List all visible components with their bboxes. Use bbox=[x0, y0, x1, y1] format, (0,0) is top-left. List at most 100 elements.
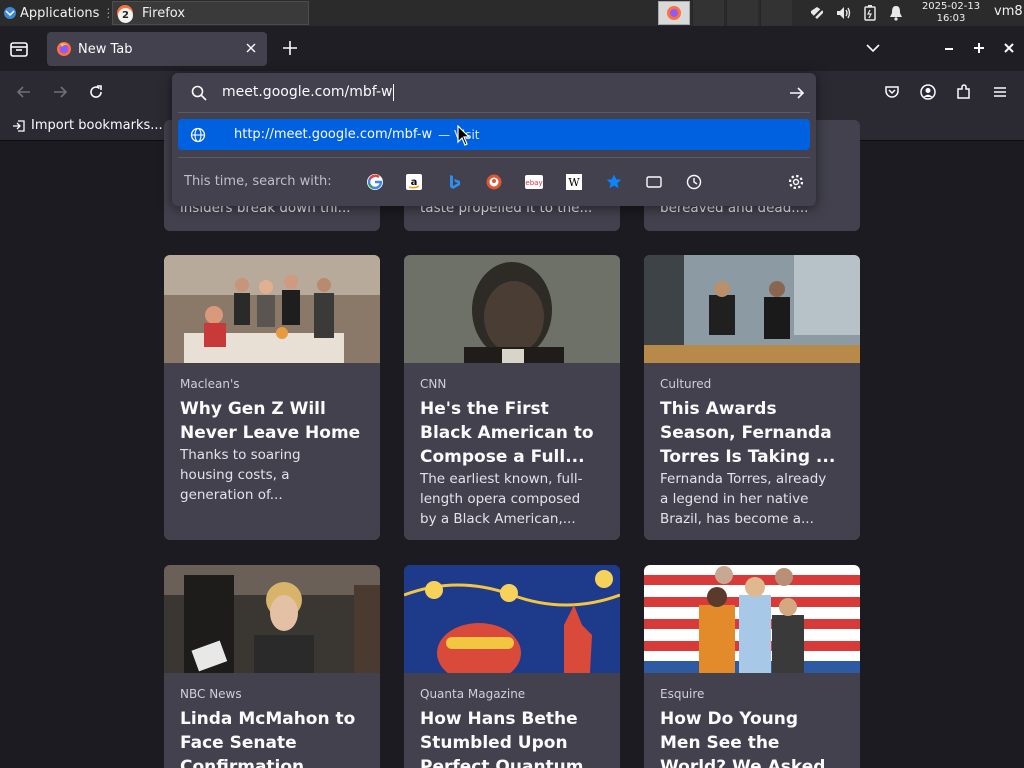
notifications-bell-icon[interactable] bbox=[886, 0, 906, 26]
url-input[interactable] bbox=[222, 80, 762, 104]
search-icon bbox=[191, 85, 207, 101]
story-title-line: Never Leave Home bbox=[180, 423, 361, 443]
story-card[interactable]: NBC News Linda McMahon to Face Senate Co… bbox=[164, 565, 380, 768]
workspace-1-button[interactable] bbox=[658, 1, 690, 25]
ebay-engine-button[interactable]: ebay bbox=[524, 172, 544, 192]
chevron-down-icon bbox=[866, 44, 880, 53]
list-all-tabs-button[interactable] bbox=[864, 40, 882, 56]
import-icon bbox=[13, 119, 25, 132]
story-title-line: This Awards bbox=[660, 399, 777, 419]
search-settings-button[interactable] bbox=[786, 172, 806, 192]
xfce-logo-icon bbox=[4, 7, 16, 19]
workspace-2-button[interactable] bbox=[692, 0, 724, 26]
bing-engine-button[interactable] bbox=[444, 172, 464, 192]
story-card[interactable]: Cultured This Awards Season, Fernanda To… bbox=[644, 255, 860, 540]
gear-icon bbox=[788, 174, 804, 190]
story-excerpt-line: a legend in her native bbox=[660, 491, 809, 507]
story-thumbnail bbox=[644, 255, 860, 363]
network-icon[interactable] bbox=[806, 0, 828, 26]
firefox-icon: 2 bbox=[116, 4, 134, 23]
minimize-icon bbox=[945, 48, 953, 50]
globe-icon bbox=[190, 127, 206, 142]
close-icon bbox=[1004, 43, 1014, 53]
story-thumbnail bbox=[164, 255, 380, 363]
story-source: Quanta Magazine bbox=[420, 687, 526, 701]
app-menu-button[interactable] bbox=[990, 82, 1010, 102]
account-button[interactable] bbox=[918, 82, 938, 102]
story-excerpt-line: generation of... bbox=[180, 487, 283, 503]
story-title-line: Torres Is Taking ... bbox=[660, 447, 836, 467]
divider bbox=[178, 157, 810, 158]
firefox-icon bbox=[57, 42, 71, 56]
taskbar-firefox-button[interactable]: 2 Firefox bbox=[112, 1, 309, 25]
firefox-view-button[interactable] bbox=[8, 38, 30, 60]
story-excerpt: Thanks to soaring housing costs, a gener… bbox=[180, 445, 370, 505]
story-card[interactable]: Maclean's Why Gen Z Will Never Leave Hom… bbox=[164, 255, 380, 540]
close-window-button[interactable] bbox=[1001, 40, 1017, 56]
tabs-icon bbox=[646, 176, 662, 188]
story-card[interactable]: CNN He's the First Black American to Com… bbox=[404, 255, 620, 540]
story-title: How Hans Bethe Stumbled Upon Perfect Qua… bbox=[420, 707, 610, 768]
bing-icon bbox=[450, 175, 460, 189]
duckduckgo-engine-button[interactable] bbox=[484, 172, 504, 192]
tabs-search-button[interactable] bbox=[644, 172, 664, 192]
story-title-line: Season, Fernanda bbox=[660, 423, 832, 443]
amazon-icon: a bbox=[406, 174, 422, 190]
user-label[interactable]: vm8 bbox=[994, 4, 1023, 19]
google-engine-button[interactable] bbox=[365, 172, 385, 192]
url-suggestion-row[interactable]: http://meet.google.com/mbf-w — Visit bbox=[178, 119, 810, 150]
google-icon bbox=[367, 174, 383, 190]
story-card[interactable]: Esquire How Do Young Men See the World? … bbox=[644, 565, 860, 768]
story-source: NBC News bbox=[180, 687, 242, 701]
story-title: How Do Young Men See the World? We Asked… bbox=[660, 707, 850, 768]
history-search-button[interactable] bbox=[684, 172, 704, 192]
minimize-button[interactable] bbox=[941, 40, 957, 56]
import-bookmarks-button[interactable]: Import bookmarks... bbox=[12, 118, 163, 133]
wikipedia-icon: W bbox=[566, 174, 582, 190]
wikipedia-engine-button[interactable]: W bbox=[564, 172, 584, 192]
story-thumbnail bbox=[404, 255, 620, 363]
story-title-line: Men See the bbox=[660, 733, 780, 753]
arrow-left-icon bbox=[16, 86, 30, 98]
arrow-right-icon bbox=[54, 86, 68, 98]
taskbar-task-title: Firefox bbox=[142, 5, 186, 21]
back-button[interactable] bbox=[14, 82, 34, 102]
story-excerpt-line: Brazil, has become a... bbox=[660, 511, 814, 527]
story-card[interactable]: Quanta Magazine How Hans Bethe Stumbled … bbox=[404, 565, 620, 768]
amazon-engine-button[interactable]: a bbox=[404, 172, 424, 192]
svg-text:a: a bbox=[411, 177, 418, 188]
clock-time: 16:03 bbox=[936, 13, 966, 24]
history-clock-icon bbox=[686, 174, 702, 190]
tab-new-tab[interactable]: New Tab bbox=[47, 32, 267, 66]
battery-icon[interactable] bbox=[860, 0, 880, 26]
go-button[interactable] bbox=[787, 83, 807, 103]
story-title-line: Compose a Full... bbox=[420, 447, 585, 467]
story-source: Cultured bbox=[660, 377, 712, 391]
reload-button[interactable] bbox=[86, 82, 106, 102]
workspace-4-button[interactable] bbox=[760, 0, 792, 26]
applications-menu[interactable]: Applications ⋮ bbox=[0, 0, 114, 26]
one-off-search-bar: This time, search with: a ebay W bbox=[172, 169, 816, 195]
bookmarks-search-button[interactable] bbox=[604, 172, 624, 192]
story-thumbnail bbox=[164, 565, 380, 673]
firefox-view-icon bbox=[10, 42, 28, 57]
new-tab-button[interactable] bbox=[280, 38, 300, 58]
close-tab-button[interactable] bbox=[243, 40, 259, 56]
svg-text:W: W bbox=[568, 176, 580, 189]
pocket-button[interactable] bbox=[882, 82, 902, 102]
text-caret bbox=[393, 84, 394, 101]
firefox-icon bbox=[667, 6, 681, 20]
workspace-3-button[interactable] bbox=[726, 0, 758, 26]
story-title-line: Face Senate bbox=[180, 733, 297, 753]
story-thumbnail bbox=[404, 565, 620, 673]
extensions-button[interactable] bbox=[954, 82, 974, 102]
story-excerpt-line: Thanks to soaring bbox=[180, 447, 301, 463]
clock[interactable]: 2025-02-13 16:03 bbox=[910, 0, 992, 26]
story-source: Esquire bbox=[660, 687, 705, 701]
puzzle-icon bbox=[957, 84, 970, 99]
forward-button[interactable] bbox=[50, 82, 70, 102]
story-title: He's the First Black American to Compose… bbox=[420, 397, 610, 469]
maximize-button[interactable] bbox=[971, 40, 987, 56]
volume-icon[interactable] bbox=[833, 0, 855, 26]
story-title-line: Linda McMahon to bbox=[180, 709, 356, 729]
